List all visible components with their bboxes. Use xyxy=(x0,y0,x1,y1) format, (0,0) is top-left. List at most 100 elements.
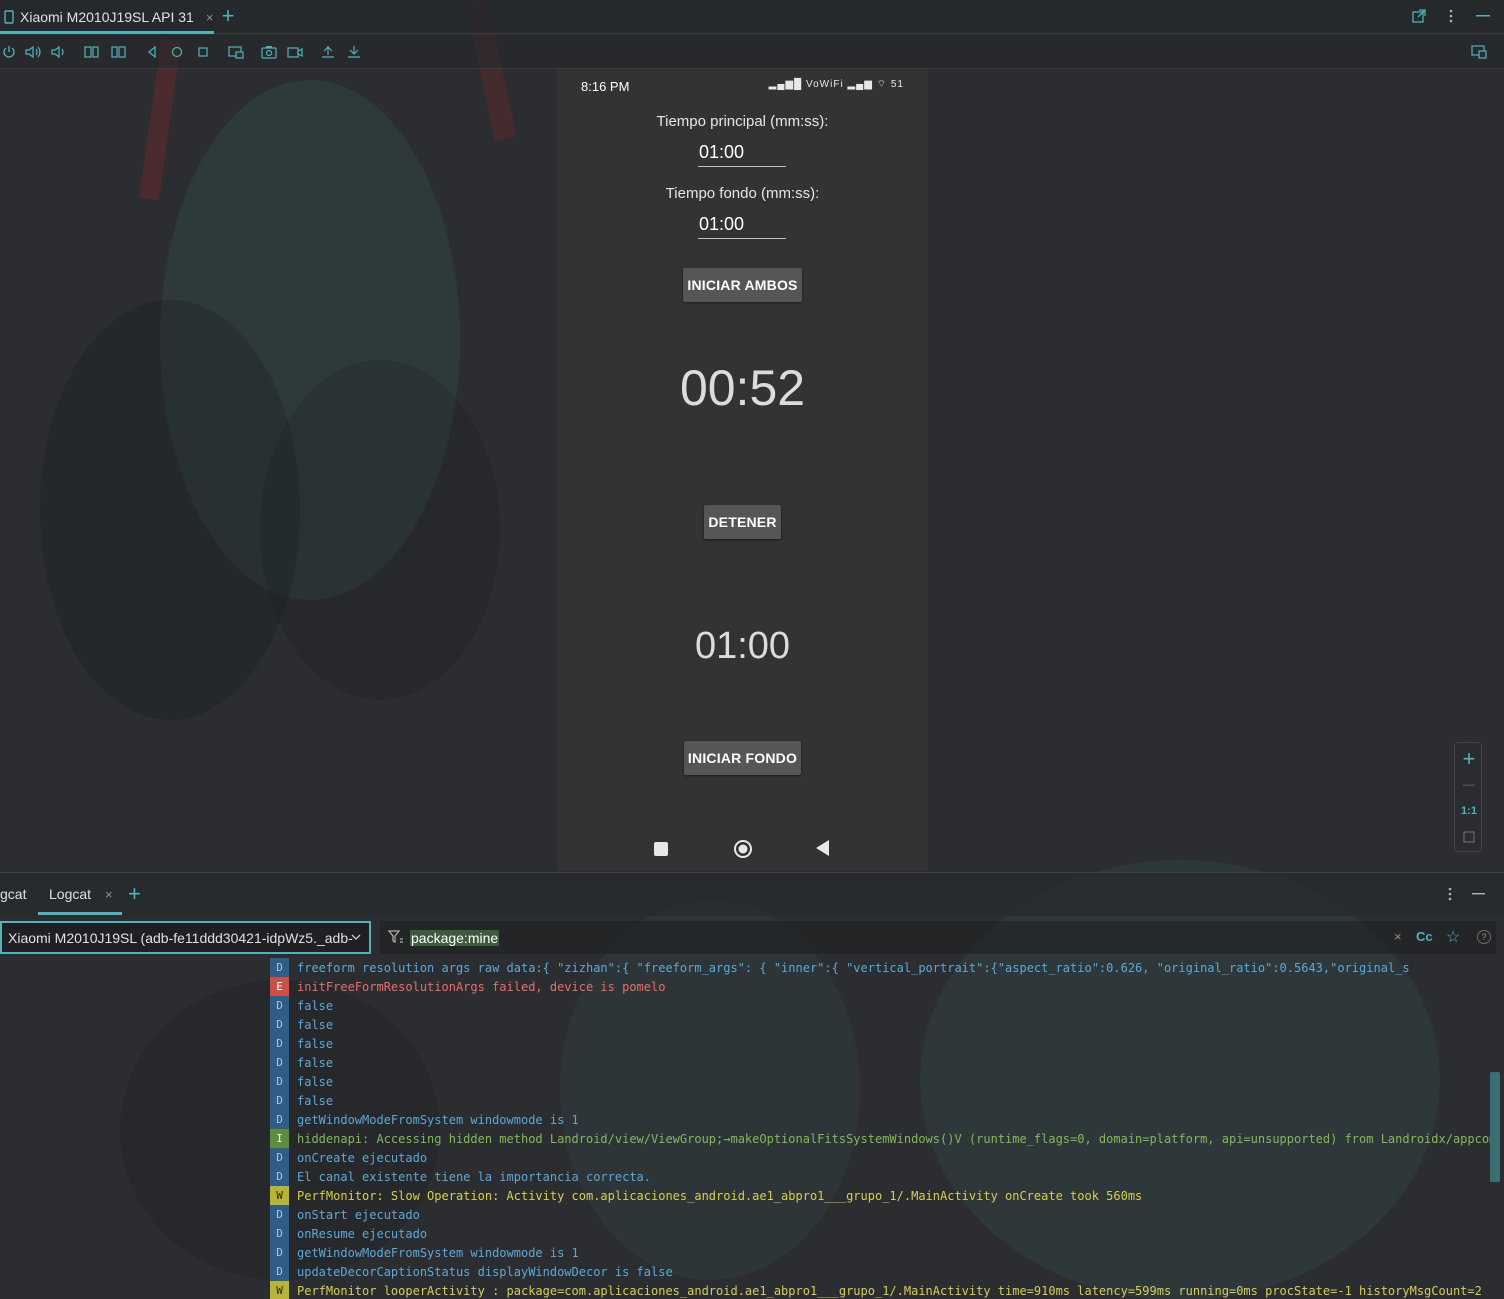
back-triangle-icon[interactable] xyxy=(816,840,830,856)
home-circle-icon[interactable] xyxy=(733,839,753,859)
power-icon[interactable] xyxy=(0,43,18,61)
zoom-actual-size[interactable]: 1:1 xyxy=(1459,801,1479,821)
log-message: PerfMonitor: Slow Operation: Activity co… xyxy=(297,1188,1143,1203)
log-line[interactable]: W PerfMonitor: Slow Operation: Activity c… xyxy=(270,1186,1490,1205)
device-tab-bar: Xiaomi M2010J19SL API 31 × + xyxy=(0,0,1504,34)
log-message: onStart ejecutado xyxy=(297,1207,420,1222)
log-line[interactable]: Dfalse xyxy=(270,996,1490,1015)
help-icon[interactable]: ? xyxy=(1477,930,1491,944)
log-message: PerfMonitor looperActivity : package=com… xyxy=(297,1283,1490,1298)
log-message: getWindowModeFromSystem windowmode is 1 xyxy=(297,1245,579,1260)
log-line[interactable]: Ihiddenapi: Accessing hidden method Land… xyxy=(270,1129,1490,1148)
log-level-badge: D xyxy=(270,1072,289,1091)
log-level-badge: D xyxy=(270,1243,289,1262)
log-message: initFreeFormResolutionArgs failed, devic… xyxy=(297,979,666,994)
log-message: hiddenapi: Accessing hidden method Landr… xyxy=(297,1131,1490,1146)
overview-icon[interactable] xyxy=(194,43,212,61)
active-tab-indicator xyxy=(0,31,214,34)
log-line[interactable]: Dfalse xyxy=(270,1091,1490,1110)
clear-filter-icon[interactable]: × xyxy=(1394,929,1402,944)
log-line[interactable]: Dfalse xyxy=(270,1015,1490,1034)
log-level-badge: I xyxy=(270,1129,289,1148)
log-line[interactable]: D El canal existente tiene la importancia… xyxy=(270,1167,1490,1186)
log-level-badge: D xyxy=(270,1053,289,1072)
back-time-input[interactable]: 01:00 xyxy=(698,211,786,239)
start-both-button[interactable]: INICIAR AMBOS xyxy=(683,268,802,302)
more-vert-icon[interactable] xyxy=(1448,887,1452,901)
back-time-label: Tiempo fondo (mm:ss): xyxy=(665,185,820,202)
favorite-filter-icon[interactable]: ☆ xyxy=(1446,927,1460,947)
volume-up-icon[interactable] xyxy=(24,43,42,61)
log-level-badge: E xyxy=(270,977,289,996)
close-icon[interactable]: × xyxy=(105,887,113,902)
screenshot-icon[interactable] xyxy=(260,43,278,61)
log-line[interactable]: DonStart ejecutado xyxy=(270,1205,1490,1224)
logcat-output[interactable]: Dfreeform resolution args raw data:{ "zi… xyxy=(270,958,1490,1299)
filter-icon xyxy=(388,930,404,944)
rotate-right-icon[interactable] xyxy=(110,43,128,61)
logcat-scrollbar[interactable] xyxy=(1490,1072,1500,1182)
zoom-fit-icon[interactable] xyxy=(1459,827,1479,847)
log-line[interactable]: DgetWindowModeFromSystem windowmode is 1 xyxy=(270,1243,1490,1262)
match-case-icon[interactable]: Cc xyxy=(1416,929,1433,944)
add-tab-icon[interactable]: + xyxy=(128,873,141,915)
device-tab[interactable]: Xiaomi M2010J19SL API 31 × xyxy=(0,0,214,34)
active-tab-indicator xyxy=(38,912,122,915)
tab-logcat-partial[interactable]: gcat xyxy=(0,873,26,915)
log-level-badge: D xyxy=(270,1224,289,1243)
zoom-in-icon[interactable]: + xyxy=(1459,746,1479,771)
main-timer: 00:52 xyxy=(679,360,806,416)
log-message: false xyxy=(297,998,334,1013)
zoom-out-icon[interactable]: — xyxy=(1459,774,1479,794)
log-message: false xyxy=(297,1074,334,1089)
recents-icon[interactable] xyxy=(654,842,668,856)
log-message: false xyxy=(297,1017,334,1032)
log-line[interactable]: EinitFreeFormResolutionArgs failed, devi… xyxy=(270,977,1490,996)
status-icons: ▂▄▆█ VoWiFi ▂▄▆ ⌔ 51 xyxy=(768,79,904,90)
back-icon[interactable] xyxy=(143,43,161,61)
emulator-toolbar xyxy=(0,35,1504,69)
log-line[interactable]: W PerfMonitor looperActivity : package=co… xyxy=(270,1281,1490,1299)
rotate-left-icon[interactable] xyxy=(83,43,101,61)
start-back-button[interactable]: INICIAR FONDO xyxy=(684,741,801,775)
volume-down-icon[interactable] xyxy=(49,43,67,61)
minimize-icon[interactable] xyxy=(1472,892,1485,895)
log-line[interactable]: DonResume ejecutado xyxy=(270,1224,1490,1243)
close-icon[interactable]: × xyxy=(206,10,214,25)
chevron-down-icon xyxy=(351,930,361,944)
device-mirror-icon[interactable] xyxy=(1470,43,1488,61)
device-dropdown[interactable]: Xiaomi M2010J19SL (adb-fe11ddd30421-idpW… xyxy=(0,921,371,954)
log-level-badge: D xyxy=(270,1091,289,1110)
log-level-badge: D xyxy=(270,958,289,977)
log-line[interactable]: Dfreeform resolution args raw data:{ "zi… xyxy=(270,958,1490,977)
add-tab-icon[interactable]: + xyxy=(218,2,238,30)
log-line[interactable]: DgetWindowModeFromSystem windowmode is 1 xyxy=(270,1110,1490,1129)
logcat-tab-bar: gcat Logcat × + xyxy=(0,872,1504,916)
log-message: false xyxy=(297,1093,334,1108)
upload-icon[interactable] xyxy=(319,43,337,61)
log-line[interactable]: DonCreate ejecutado xyxy=(270,1148,1490,1167)
minimize-icon[interactable] xyxy=(1474,4,1492,28)
log-line[interactable]: DupdateDecorCaptionStatus displayWindowD… xyxy=(270,1262,1490,1281)
logcat-filter-input[interactable]: package:mine × Cc ☆ ? xyxy=(380,921,1496,954)
log-message: freeform resolution args raw data:{ "ziz… xyxy=(297,960,1410,975)
log-message: updateDecorCaptionStatus displayWindowDe… xyxy=(297,1264,673,1279)
log-line[interactable]: Dfalse xyxy=(270,1034,1490,1053)
external-window-icon[interactable] xyxy=(1410,4,1428,28)
more-vert-icon[interactable] xyxy=(1442,4,1460,28)
log-level-badge: D xyxy=(270,1205,289,1224)
screen-record-icon[interactable] xyxy=(286,43,304,61)
main-time-input[interactable]: 01:00 xyxy=(698,139,786,167)
home-icon[interactable] xyxy=(168,43,186,61)
download-icon[interactable] xyxy=(345,43,363,61)
log-level-badge: D xyxy=(270,1015,289,1034)
status-time: 8:16 PM xyxy=(581,79,630,94)
log-line[interactable]: Dfalse xyxy=(270,1053,1490,1072)
log-level-badge: W xyxy=(270,1281,289,1299)
log-message: onCreate ejecutado xyxy=(297,1150,428,1165)
stop-button[interactable]: DETENER xyxy=(704,505,781,539)
snapshot-icon[interactable] xyxy=(227,43,245,61)
tab-logcat[interactable]: Logcat × xyxy=(38,873,122,915)
log-line[interactable]: Dfalse xyxy=(270,1072,1490,1091)
emulator-screen[interactable]: 8:16 PM ▂▄▆█ VoWiFi ▂▄▆ ⌔ 51 Tiempo prin… xyxy=(557,69,928,871)
